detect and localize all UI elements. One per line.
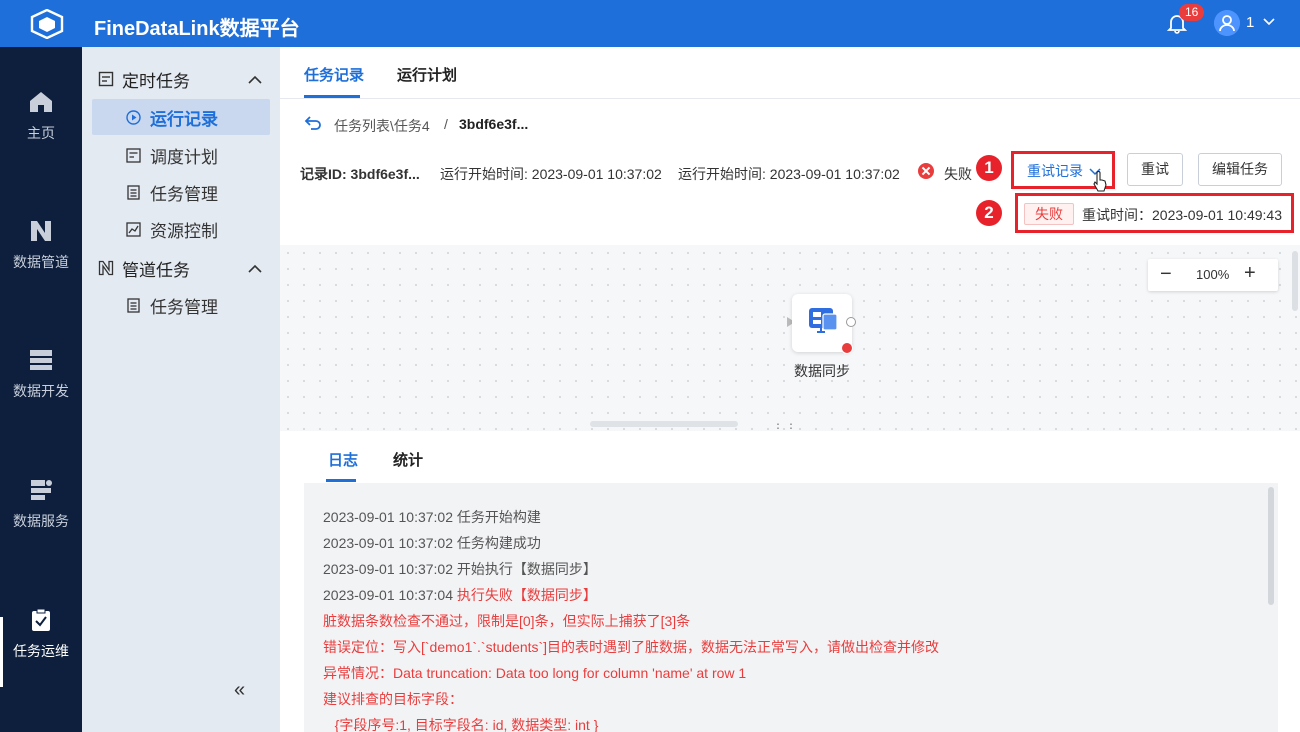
top-tabs: 任务记录 运行计划 <box>280 47 1300 99</box>
zoom-out-button[interactable]: − <box>1160 263 1172 286</box>
group-scheduled-label: 定时任务 <box>122 71 190 91</box>
task-list-icon <box>127 298 140 313</box>
zoom-in-button[interactable]: + <box>1244 262 1256 285</box>
nav-data-dev-label: 数据开发 <box>13 383 69 399</box>
run-start-time: 运行开始时间: 2023-09-01 10:37:02 <box>440 166 662 182</box>
canvas-horizontal-scrollbar[interactable] <box>590 421 738 427</box>
record-id: 记录ID: 3bdf6e3f... <box>300 166 420 182</box>
nav-home[interactable]: 主页 <box>0 89 82 169</box>
chevron-down-icon[interactable] <box>1263 16 1275 28</box>
group-pipeline-tasks[interactable]: 管道任务 <box>98 254 190 282</box>
home-icon <box>30 92 52 112</box>
group-scheduled-tasks[interactable]: 定时任务 <box>98 65 190 93</box>
sidebar-item-label: 任务管理 <box>150 184 218 204</box>
log-tab-active-indicator <box>326 479 356 482</box>
sidebar-item-resource-control[interactable]: 资源控制 <box>92 211 270 247</box>
back-arrow-icon[interactable] <box>304 115 322 131</box>
nav-data-service-label: 数据服务 <box>13 513 69 529</box>
breadcrumb-separator: / <box>444 116 448 132</box>
node-label: 数据同步 <box>794 363 850 379</box>
log-line-error: 脏数据条数检查不通过，限制是[0]条，但实际上捕获了[3]条 <box>323 613 691 629</box>
app-title: FineDataLink数据平台 <box>94 18 300 40</box>
zoom-control: − 100% + <box>1148 259 1278 291</box>
canvas-vertical-scrollbar[interactable] <box>1292 251 1298 311</box>
log-line: 2023-09-01 10:37:04 执行失败【数据同步】 <box>323 585 597 605</box>
log-content: 2023-09-01 10:37:02 任务开始构建 2023-09-01 10… <box>304 483 1278 732</box>
fail-status-icon <box>918 163 934 179</box>
nav-home-label: 主页 <box>27 125 55 141</box>
log-line-error: {字段序号:1, 目标字段名: id, 数据类型: int } <box>323 717 599 732</box>
zoom-level: 100% <box>1196 267 1230 282</box>
chevron-up-icon[interactable] <box>248 262 262 276</box>
nav-data-dev[interactable]: 数据开发 <box>0 347 82 427</box>
sidebar-item-label: 调度计划 <box>150 147 218 167</box>
task-list-icon <box>127 185 140 200</box>
retry-button[interactable]: 重试 <box>1127 153 1183 186</box>
retry-time: 重试时间：2023-09-01 10:49:43 <box>1082 207 1282 223</box>
task-ops-icon <box>32 608 50 631</box>
app-logo-icon <box>30 9 64 39</box>
pipeline-task-icon <box>98 260 114 276</box>
log-line: 2023-09-01 10:37:02 任务开始构建 <box>323 509 541 525</box>
log-line-text: 2023-09-01 10:37:04 执行失败【数据同步】 <box>323 587 597 603</box>
log-line-error: 异常情况：Data truncation: Data too long for … <box>323 665 747 681</box>
resource-chart-icon <box>126 222 141 237</box>
sub-sidebar: 定时任务 运行记录 调度计划 任务管理 资源控制 管道任务 任务管理 « <box>82 47 280 732</box>
nav-data-service[interactable]: 数据服务 <box>0 477 82 557</box>
run-start-time-2: 运行开始时间: 2023-09-01 10:37:02 <box>678 166 900 182</box>
sidebar-item-label: 运行记录 <box>150 109 218 129</box>
data-dev-icon <box>30 350 52 370</box>
retry-record-label: 重试记录 <box>1027 163 1084 179</box>
nav-data-pipeline-label: 数据管道 <box>13 254 69 270</box>
play-circle-icon <box>126 110 141 125</box>
tab-active-indicator <box>304 95 360 98</box>
log-tabs: 日志 统计 <box>280 431 1300 483</box>
sidebar-item-pipeline-task-management[interactable]: 任务管理 <box>92 287 270 323</box>
top-bar: FineDataLink数据平台 16 1 <box>0 0 1300 47</box>
tab-log[interactable]: 日志 <box>328 449 358 470</box>
sidebar-item-run-records[interactable]: 运行记录 <box>92 99 270 135</box>
pipeline-icon <box>31 221 51 241</box>
log-line-error: 错误定位：写入[`demo1`.`students`]目的表时遇到了脏数据，数据… <box>323 639 940 655</box>
node-output-port[interactable] <box>846 317 856 327</box>
user-name[interactable]: 1 <box>1246 14 1254 31</box>
main-content: 任务记录 运行计划 任务列表\任务4 / 3bdf6e3f... 记录ID: 3… <box>280 47 1300 732</box>
log-line-error: 建议排查的目标字段： <box>323 691 463 707</box>
cursor-hand-icon <box>1093 171 1107 192</box>
callout-1: 1 <box>976 155 1002 181</box>
nav-task-ops-label: 任务运维 <box>13 643 69 659</box>
run-status: 失败 <box>944 166 972 182</box>
breadcrumb-current: 3bdf6e3f... <box>459 116 529 132</box>
chevron-up-icon[interactable] <box>248 73 262 87</box>
main-nav: 主页 数据管道 数据开发 数据服务 任务运维 <box>0 47 82 732</box>
retry-status-tag: 失败 <box>1024 203 1074 225</box>
collapse-sidebar-button[interactable]: « <box>234 679 245 702</box>
scheduled-task-icon <box>98 71 114 87</box>
data-service-icon <box>31 480 52 500</box>
log-line: 2023-09-01 10:37:02 开始执行【数据同步】 <box>323 561 597 577</box>
breadcrumb-path[interactable]: 任务列表\任务4 <box>334 116 430 136</box>
log-scrollbar[interactable] <box>1268 487 1274 605</box>
tab-task-records[interactable]: 任务记录 <box>304 64 364 85</box>
avatar[interactable] <box>1214 10 1240 36</box>
edit-task-button[interactable]: 编辑任务 <box>1198 153 1282 186</box>
group-pipeline-label: 管道任务 <box>122 260 190 280</box>
notification-badge[interactable]: 16 <box>1179 4 1205 21</box>
node-error-indicator <box>841 342 853 354</box>
flow-canvas[interactable]: − 100% + 数据同步 ⋮⋮ <box>280 245 1300 435</box>
tab-statistics[interactable]: 统计 <box>393 449 423 470</box>
sidebar-item-label: 资源控制 <box>150 221 218 241</box>
nav-data-pipeline[interactable]: 数据管道 <box>0 218 82 298</box>
sidebar-item-label: 任务管理 <box>150 297 218 317</box>
sidebar-item-schedule-plan[interactable]: 调度计划 <box>92 137 270 173</box>
tab-run-plan[interactable]: 运行计划 <box>397 64 457 85</box>
log-line: 2023-09-01 10:37:02 任务构建成功 <box>323 535 541 551</box>
nav-task-ops[interactable]: 任务运维 <box>0 607 82 687</box>
sidebar-item-task-management[interactable]: 任务管理 <box>92 174 270 210</box>
callout-2: 2 <box>976 200 1002 226</box>
schedule-icon <box>126 148 141 163</box>
